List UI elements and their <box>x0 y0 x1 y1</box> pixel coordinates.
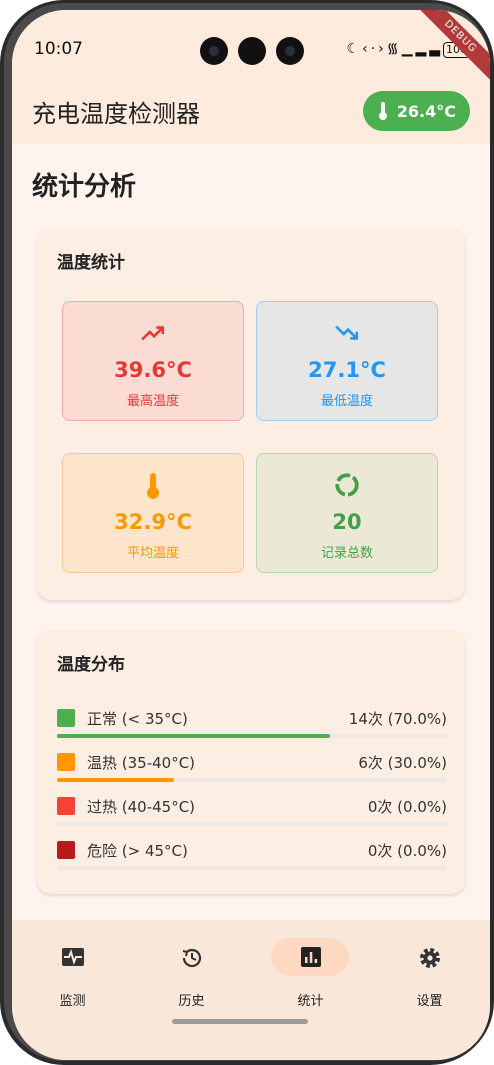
trending-down-icon <box>257 320 437 346</box>
distribution-label: 危险 (> 45°C) <box>87 842 188 860</box>
progress-fill <box>57 778 174 782</box>
max-temp-value: 39.6°C <box>114 358 192 382</box>
status-time: 10:07 <box>34 39 83 59</box>
bottom-navigation: 监测 历史 统计 设置 <box>12 920 490 1060</box>
distribution-count: 0次 (0.0%) <box>367 798 447 816</box>
page-title: 统计分析 <box>32 172 137 202</box>
nav-item-history[interactable]: 历史 <box>132 938 251 1009</box>
distribution-row-danger: 危险 (> 45°C) 0次 (0.0%) <box>57 839 447 879</box>
avg-temp-card: 32.9°C 平均温度 <box>62 453 244 573</box>
bar-chart-icon <box>251 946 370 968</box>
distribution-row-overheat: 过热 (40-45°C) 0次 (0.0%) <box>57 795 447 835</box>
history-icon <box>132 946 251 968</box>
avg-temp-value: 32.9°C <box>114 510 192 534</box>
phone-frame: 10:07 ☾‹·›᯾▁▂▃ 100 DEBUG 充电温度检测器 26.4°C 统… <box>0 0 494 1065</box>
record-count-label: 记录总数 <box>320 546 373 561</box>
distribution-row-warm: 温热 (35-40°C) 6次 (30.0%) <box>57 751 447 791</box>
progress-fill <box>57 734 330 738</box>
record-count-card: 20 记录总数 <box>256 453 438 573</box>
current-temp-value: 26.4°C <box>396 101 456 121</box>
app-title: 充电温度检测器 <box>32 100 200 128</box>
progress-track <box>57 734 447 738</box>
progress-track <box>57 778 447 782</box>
record-count-value: 20 <box>332 510 362 534</box>
status-bar: 10:07 ☾‹·›᯾▁▂▃ 100 DEBUG <box>12 10 490 86</box>
avg-temp-label: 平均温度 <box>126 546 179 561</box>
nav-label: 统计 <box>297 994 324 1009</box>
swatch <box>57 797 75 815</box>
nav-label: 设置 <box>416 994 443 1009</box>
moon-icon: ☾ <box>346 41 363 57</box>
progress-track <box>57 866 447 870</box>
card-title: 温度统计 <box>57 253 125 273</box>
distribution-label: 正常 (< 35°C) <box>87 710 188 728</box>
max-temp-card: 39.6°C 最高温度 <box>62 301 244 421</box>
wifi-icon: ᯾ <box>386 41 402 57</box>
distribution-count: 6次 (30.0%) <box>358 754 447 772</box>
screen: 10:07 ☾‹·›᯾▁▂▃ 100 DEBUG 充电温度检测器 26.4°C 统… <box>12 10 490 1060</box>
home-indicator[interactable] <box>172 1019 308 1024</box>
nav-item-stats[interactable]: 统计 <box>251 938 370 1009</box>
swatch <box>57 753 75 771</box>
settings-gear-icon <box>370 946 489 968</box>
min-temp-label: 最低温度 <box>320 394 373 409</box>
signal-icon: ▁▂▃ <box>401 41 443 57</box>
camera-icon <box>276 37 304 65</box>
distribution-count: 0次 (0.0%) <box>367 842 447 860</box>
min-temp-card: 27.1°C 最低温度 <box>256 301 438 421</box>
nav-item-monitor[interactable]: 监测 <box>13 938 132 1009</box>
min-temp-value: 27.1°C <box>308 358 386 382</box>
nav-label: 监测 <box>59 994 86 1009</box>
distribution-label: 温热 (35-40°C) <box>87 754 196 772</box>
phone-bezel: 10:07 ☾‹·›᯾▁▂▃ 100 DEBUG 充电温度检测器 26.4°C 统… <box>4 3 490 1061</box>
card-title: 温度分布 <box>57 655 125 675</box>
nav-item-settings[interactable]: 设置 <box>370 938 489 1009</box>
distribution-row-normal: 正常 (< 35°C) 14次 (70.0%) <box>57 707 447 747</box>
distribution-label: 过热 (40-45°C) <box>87 798 196 816</box>
donut-icon <box>257 472 437 498</box>
trending-up-icon <box>63 320 243 346</box>
progress-track <box>57 822 447 826</box>
distribution-count: 14次 (70.0%) <box>348 710 447 728</box>
thermometer-icon <box>63 472 243 499</box>
thermometer-icon <box>378 102 387 120</box>
camera-icon <box>200 37 228 65</box>
temperature-distribution-card: 温度分布 正常 (< 35°C) 14次 (70.0%) 温热 (35-40°C… <box>37 630 465 894</box>
temperature-stats-card: 温度统计 39.6°C 最高温度 27.1°C 最低温度 32.9°C 平均温度… <box>37 228 465 600</box>
current-temp-chip[interactable]: 26.4°C <box>362 91 470 131</box>
data-transfer-icon: ‹·› <box>362 41 387 57</box>
camera-icon <box>238 37 266 65</box>
swatch <box>57 709 75 727</box>
nav-label: 历史 <box>178 994 205 1009</box>
main-content: 统计分析 温度统计 39.6°C 最高温度 27.1°C 最低温度 32.9°C… <box>12 144 490 920</box>
max-temp-label: 最高温度 <box>126 394 179 409</box>
monitor-heart-icon <box>13 946 132 968</box>
swatch <box>57 841 75 859</box>
app-bar: 充电温度检测器 26.4°C <box>12 82 490 144</box>
